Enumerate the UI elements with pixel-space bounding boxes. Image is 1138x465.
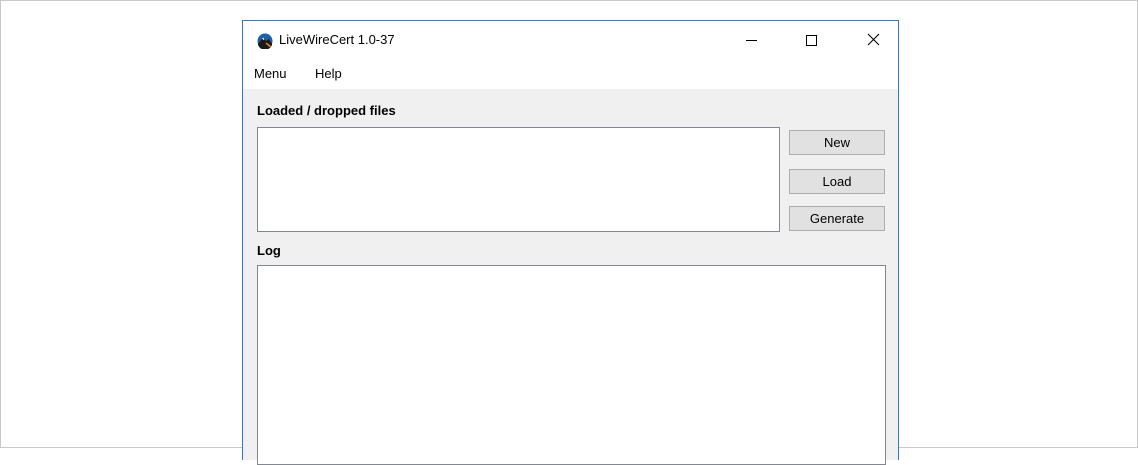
new-button[interactable]: New bbox=[789, 130, 885, 155]
close-icon bbox=[867, 33, 880, 46]
app-window: LiveWireCert 1.0-37 Menu Help Loaded / d… bbox=[242, 20, 899, 465]
minimize-button[interactable] bbox=[729, 21, 775, 60]
minimize-icon bbox=[746, 40, 757, 41]
window-title: LiveWireCert 1.0-37 bbox=[279, 32, 395, 47]
livewirecert-logo-icon bbox=[257, 33, 273, 50]
menu-item-help[interactable]: Help bbox=[314, 66, 343, 82]
menu-bar: Menu Help bbox=[243, 60, 898, 89]
files-list[interactable] bbox=[257, 127, 780, 232]
title-bar[interactable]: LiveWireCert 1.0-37 bbox=[243, 21, 898, 60]
close-button[interactable] bbox=[851, 21, 897, 60]
maximize-icon bbox=[806, 35, 817, 46]
log-section-label: Log bbox=[257, 243, 281, 258]
menu-item-menu[interactable]: Menu bbox=[253, 66, 288, 82]
load-button[interactable]: Load bbox=[789, 169, 885, 194]
maximize-button[interactable] bbox=[789, 21, 835, 60]
log-textarea[interactable] bbox=[257, 265, 886, 465]
files-section-label: Loaded / dropped files bbox=[257, 103, 396, 118]
generate-button[interactable]: Generate bbox=[789, 206, 885, 231]
